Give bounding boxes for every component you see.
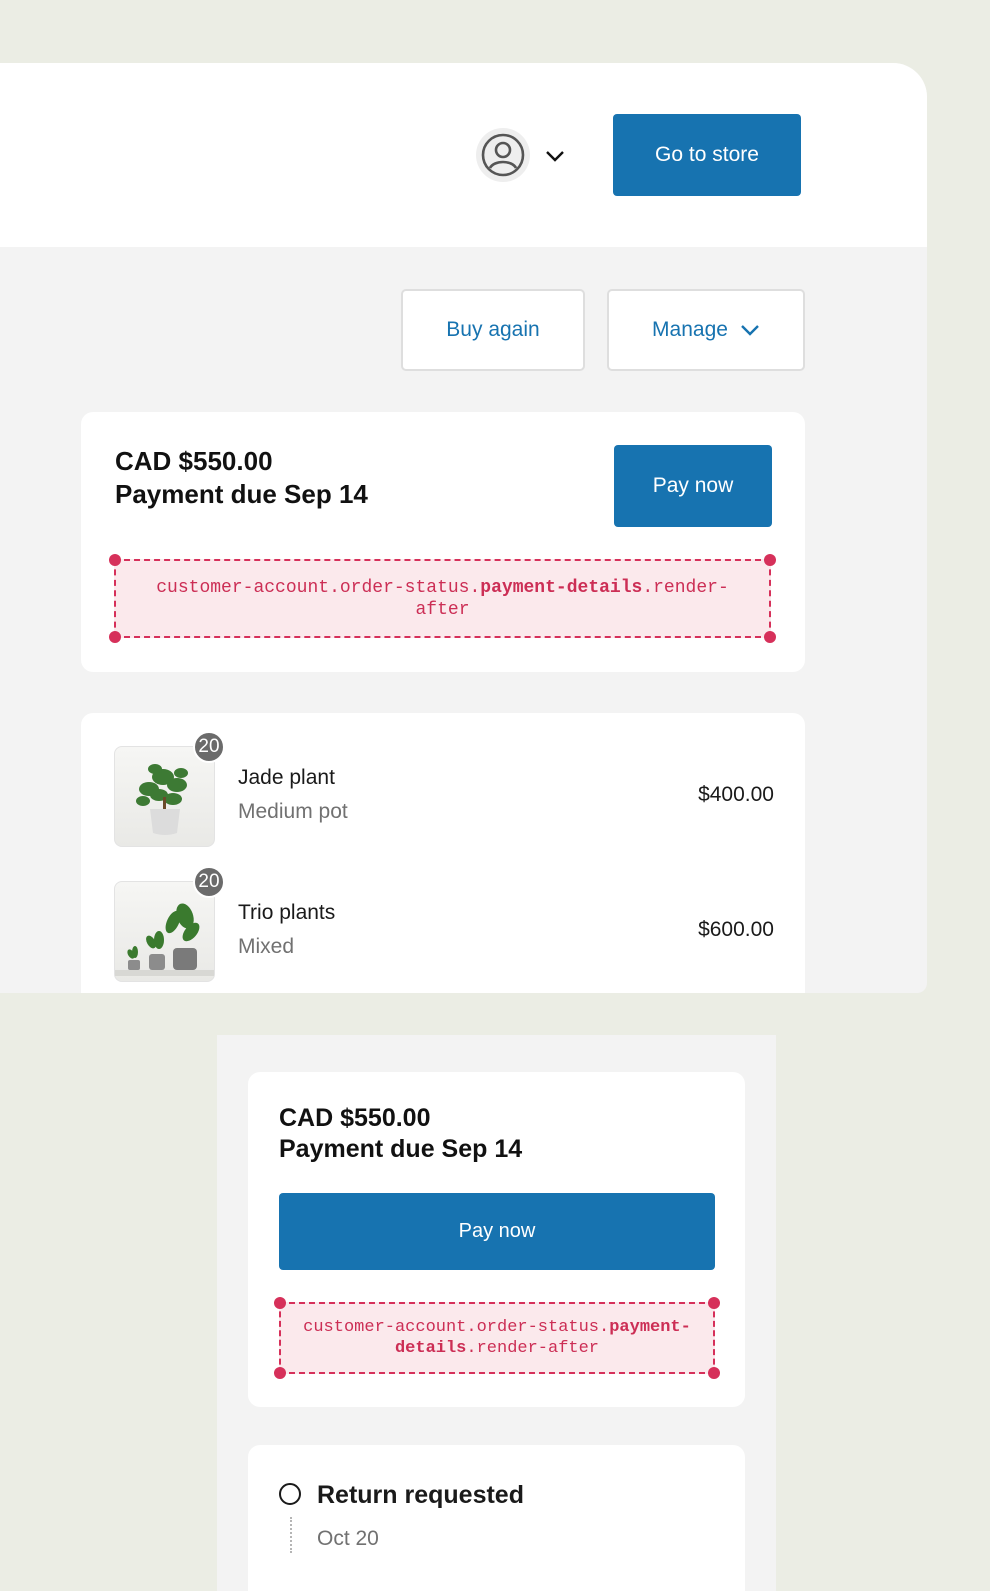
status-circle-icon	[279, 1483, 301, 1505]
product-price: $600.00	[698, 918, 774, 941]
product-variant: Mixed	[238, 935, 295, 958]
chevron-down-icon[interactable]	[544, 147, 566, 165]
payment-card: CAD $550.00 Payment due Sep 14 Pay now c…	[248, 1072, 745, 1407]
quantity-badge: 20	[193, 731, 225, 763]
manage-label: Manage	[652, 318, 728, 341]
product-name: Trio plants	[238, 901, 336, 924]
desktop-order-view: Go to store Buy again Manage CAD $550.00…	[0, 63, 927, 993]
payment-amount: CAD $550.00	[115, 446, 273, 476]
product-image: 20	[114, 731, 225, 847]
pay-now-button[interactable]: Pay now	[614, 445, 772, 527]
return-status-card: Return requested Oct 20	[248, 1445, 745, 1591]
product-name: Jade plant	[238, 766, 335, 789]
chevron-down-icon	[741, 325, 759, 336]
product-variant: Medium pot	[238, 800, 348, 823]
payment-due: Payment due Sep 14	[115, 479, 368, 509]
extension-target-label: customer-account.order-status.payment-de…	[156, 577, 729, 620]
mobile-screen: CAD $550.00 Payment due Sep 14 Pay now c…	[217, 1035, 776, 1591]
return-status-title: Return requested	[317, 1481, 524, 1509]
trio-plants-image	[115, 903, 214, 976]
payment-summary: CAD $550.00 Payment due Sep 14	[279, 1103, 522, 1165]
account-avatar-button[interactable]	[476, 128, 530, 182]
extension-target-placeholder: customer-account.order-status.payment-de…	[109, 554, 776, 643]
pay-now-button[interactable]: Pay now	[279, 1193, 715, 1270]
buy-again-button[interactable]: Buy again	[401, 289, 585, 371]
product-image: 20	[114, 866, 225, 982]
mobile-order-view: CAD $550.00 Payment due Sep 14 Pay now c…	[0, 1035, 990, 1591]
quantity-badge: 20	[193, 866, 225, 898]
payment-amount: CAD $550.00	[279, 1104, 431, 1132]
line-item: 20 Jade plant Medium pot $400.00	[114, 731, 774, 848]
line-items-card: 20 Jade plant Medium pot $400.00 20 Trio…	[81, 713, 805, 993]
product-price: $400.00	[698, 783, 774, 806]
payment-summary: CAD $550.00 Payment due Sep 14	[115, 445, 368, 511]
jade-plant-image	[136, 764, 188, 835]
header: Go to store	[0, 63, 927, 247]
payment-card: CAD $550.00 Payment due Sep 14 Pay now c…	[81, 412, 805, 672]
go-to-store-button[interactable]: Go to store	[613, 114, 801, 196]
return-status-date: Oct 20	[317, 1527, 379, 1550]
manage-button[interactable]: Manage	[607, 289, 805, 371]
user-circle-icon	[481, 133, 525, 177]
payment-due: Payment due Sep 14	[279, 1135, 523, 1163]
extension-target-label: customer-account.order-status.payment-de…	[303, 1318, 691, 1358]
buy-again-label: Buy again	[446, 318, 540, 341]
line-item: 20 Trio plants Mixed $600.00	[114, 866, 774, 983]
extension-target-placeholder: customer-account.order-status.payment-de…	[274, 1297, 720, 1379]
timeline-connector	[290, 1517, 292, 1553]
